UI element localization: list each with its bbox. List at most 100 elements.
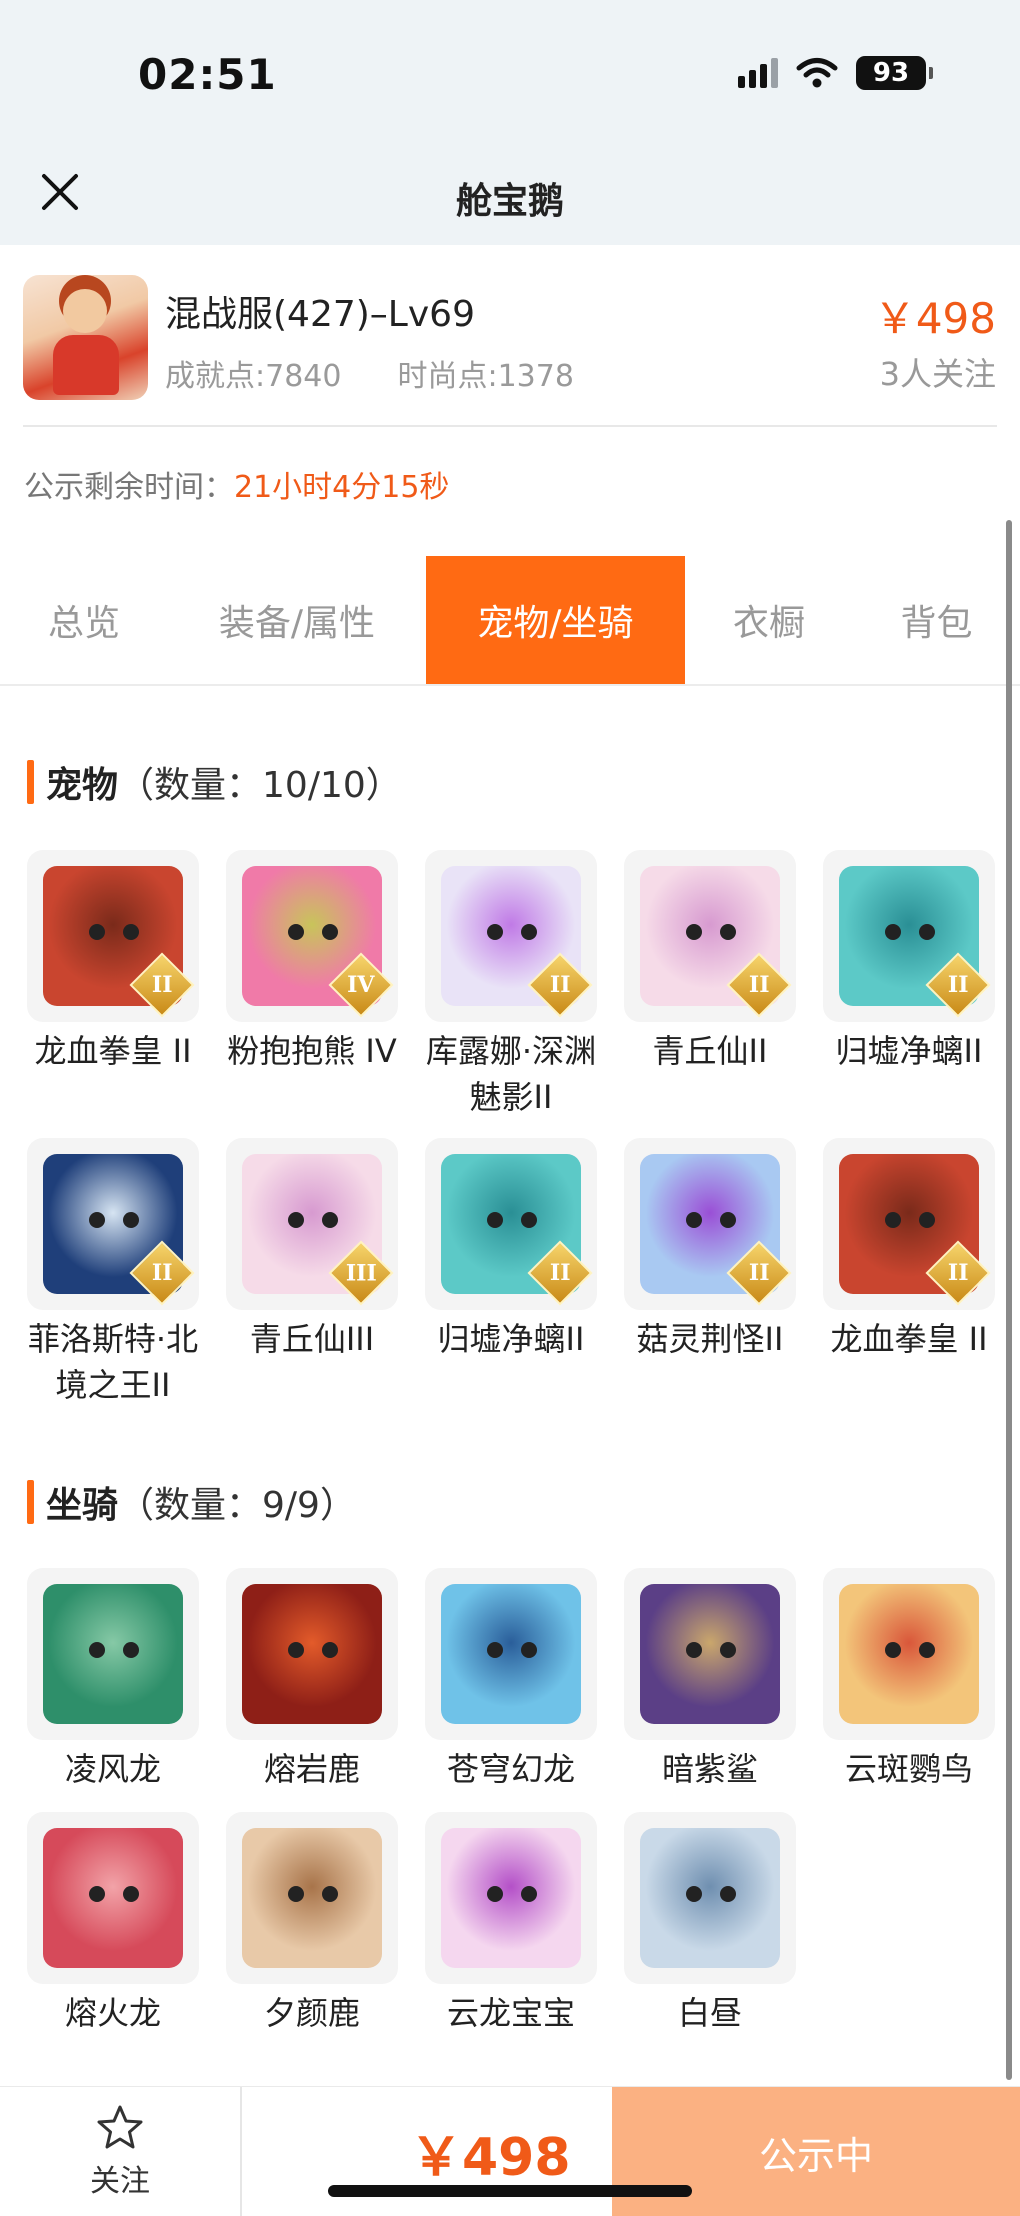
star-icon [97,2105,143,2149]
follow-label: 关注 [90,2164,150,2199]
mounts-grid: 凌风龙 熔岩鹿 苍穹幻龙 暗紫鲨 云斑鹦鸟熔火龙 夕颜鹿 云龙宝宝 白昼 [27,1568,997,2036]
follower-count: 3人关注 [879,355,996,393]
pets-name: 粉抱抱熊 IV [227,1032,397,1070]
mounts-name: 暗紫鲨 [661,1750,758,1788]
mounts-thumbnail [226,1568,398,1740]
pets-name: 归墟净螭II [835,1032,983,1070]
pets-item[interactable]: II 菇灵荆怪II [624,1138,796,1408]
pets-title: 宠物 [46,765,119,806]
scrollbar[interactable] [1006,520,1012,2080]
product-price: ￥498 [873,294,996,343]
remaining-time: 21小时4分15秒 [234,470,450,505]
mounts-name: 熔火龙 [64,1994,161,2032]
tab-overview[interactable]: 总览 [0,556,168,684]
pets-item[interactable]: III 青丘仙III [226,1138,398,1408]
pets-thumbnail: II [624,1138,796,1310]
fashion-points: 时尚点:1378 [397,359,574,394]
character-avatar [23,275,148,400]
mounts-name: 夕颜鹿 [263,1994,360,2032]
section-marker [27,1480,34,1524]
public-notice: 公示剩余时间：21小时4分15秒 [24,462,449,506]
mounts-thumbnail [823,1568,995,1740]
mounts-item[interactable]: 熔岩鹿 [226,1568,398,1792]
pets-item[interactable]: II 龙血拳皇 II [823,1138,995,1408]
product-name: 混战服(427)–Lv69 [165,294,475,335]
mounts-item[interactable]: 云斑鹦鸟 [823,1568,995,1792]
mounts-item[interactable]: 熔火龙 [27,1812,199,2036]
pets-count: （数量：10/10） [118,765,402,806]
mounts-thumbnail [27,1812,199,1984]
mounts-name: 白昼 [677,1994,742,2032]
tab-bar: 总览 装备/属性 宠物/坐骑 衣橱 背包 [0,556,1020,686]
pets-item[interactable]: II 龙血拳皇 II [27,850,199,1120]
follow-button[interactable]: 关注 [0,2087,242,2216]
mounts-thumbnail [624,1568,796,1740]
mounts-thumbnail [425,1568,597,1740]
pets-item[interactable]: IV 粉抱抱熊 IV [226,850,398,1120]
pets-item[interactable]: II 归墟净螭II [425,1138,597,1408]
pets-item[interactable]: II 库露娜·深渊魅影II [425,850,597,1120]
pets-item[interactable]: II 归墟净螭II [823,850,995,1120]
achievement-points: 成就点:7840 [165,359,342,394]
pets-name: 归墟净螭II [437,1320,585,1358]
bottom-price: ￥498 [410,2128,571,2188]
pets-name: 龙血拳皇 II [830,1320,988,1358]
cellular-signal-icon [738,58,778,88]
mounts-item[interactable]: 夕颜鹿 [226,1812,398,2036]
pets-item[interactable]: II 菲洛斯特·北境之王II [27,1138,199,1408]
page-title: 舱宝鹅 [455,181,564,222]
mounts-portrait [441,1828,581,1968]
top-bar: 02:51 93 舱宝鹅 [0,0,1020,245]
tab-wardrobe[interactable]: 衣橱 [685,556,853,684]
pets-thumbnail: II [823,1138,995,1310]
pets-name: 库露娜·深渊魅影II [425,1032,597,1116]
mounts-portrait [839,1584,979,1724]
pets-thumbnail: II [823,850,995,1022]
mounts-portrait [441,1584,581,1724]
mounts-item[interactable]: 云龙宝宝 [425,1812,597,2036]
mounts-section-title: 坐骑 （数量：9/9） [27,1476,356,1528]
pets-section-title: 宠物 （数量：10/10） [27,756,402,808]
notice-label: 公示剩余时间： [24,470,234,505]
mounts-name: 云龙宝宝 [446,1994,575,2032]
pets-name: 菲洛斯特·北境之王II [27,1320,199,1404]
pets-thumbnail: III [226,1138,398,1310]
mounts-title: 坐骑 [46,1485,119,1526]
mounts-name: 云斑鹦鸟 [844,1750,973,1788]
divider [23,425,997,427]
pets-name: 菇灵荆怪II [636,1320,784,1358]
pets-thumbnail: II [27,850,199,1022]
mounts-portrait [640,1828,780,1968]
mounts-thumbnail [624,1812,796,1984]
status-time: 02:51 [138,50,277,99]
battery-icon: 93 [856,56,933,90]
mounts-portrait [242,1828,382,1968]
mounts-item[interactable]: 苍穹幻龙 [425,1568,597,1792]
mounts-thumbnail [226,1812,398,1984]
mounts-portrait [640,1584,780,1724]
section-marker [27,760,34,804]
mounts-item[interactable]: 凌风龙 [27,1568,199,1792]
pets-name: 青丘仙II [652,1032,768,1070]
mounts-count: （数量：9/9） [118,1485,356,1526]
pets-name: 龙血拳皇 II [34,1032,192,1070]
home-indicator [328,2185,692,2197]
pets-grid: II 龙血拳皇 II IV 粉抱抱熊 IV II 库露娜·深渊魅影II II 青丘仙II II 归… [27,850,997,1408]
mounts-portrait [242,1584,382,1724]
mounts-name: 熔岩鹿 [263,1750,360,1788]
tab-pets-mounts[interactable]: 宠物/坐骑 [426,556,685,684]
mounts-name: 凌风龙 [64,1750,161,1788]
mounts-item[interactable]: 白昼 [624,1812,796,2036]
tab-equipment[interactable]: 装备/属性 [168,556,426,684]
mounts-item[interactable]: 暗紫鲨 [624,1568,796,1792]
pets-thumbnail: II [27,1138,199,1310]
pets-thumbnail: IV [226,850,398,1022]
battery-level: 93 [872,58,910,88]
mounts-thumbnail [425,1812,597,1984]
product-stats: 成就点:7840 时尚点:1378 [165,351,574,395]
wifi-icon [796,58,838,88]
pets-item[interactable]: II 青丘仙II [624,850,796,1120]
pets-thumbnail: II [425,850,597,1022]
status-icons: 93 [738,56,933,90]
tab-backpack[interactable]: 背包 [853,556,1020,684]
